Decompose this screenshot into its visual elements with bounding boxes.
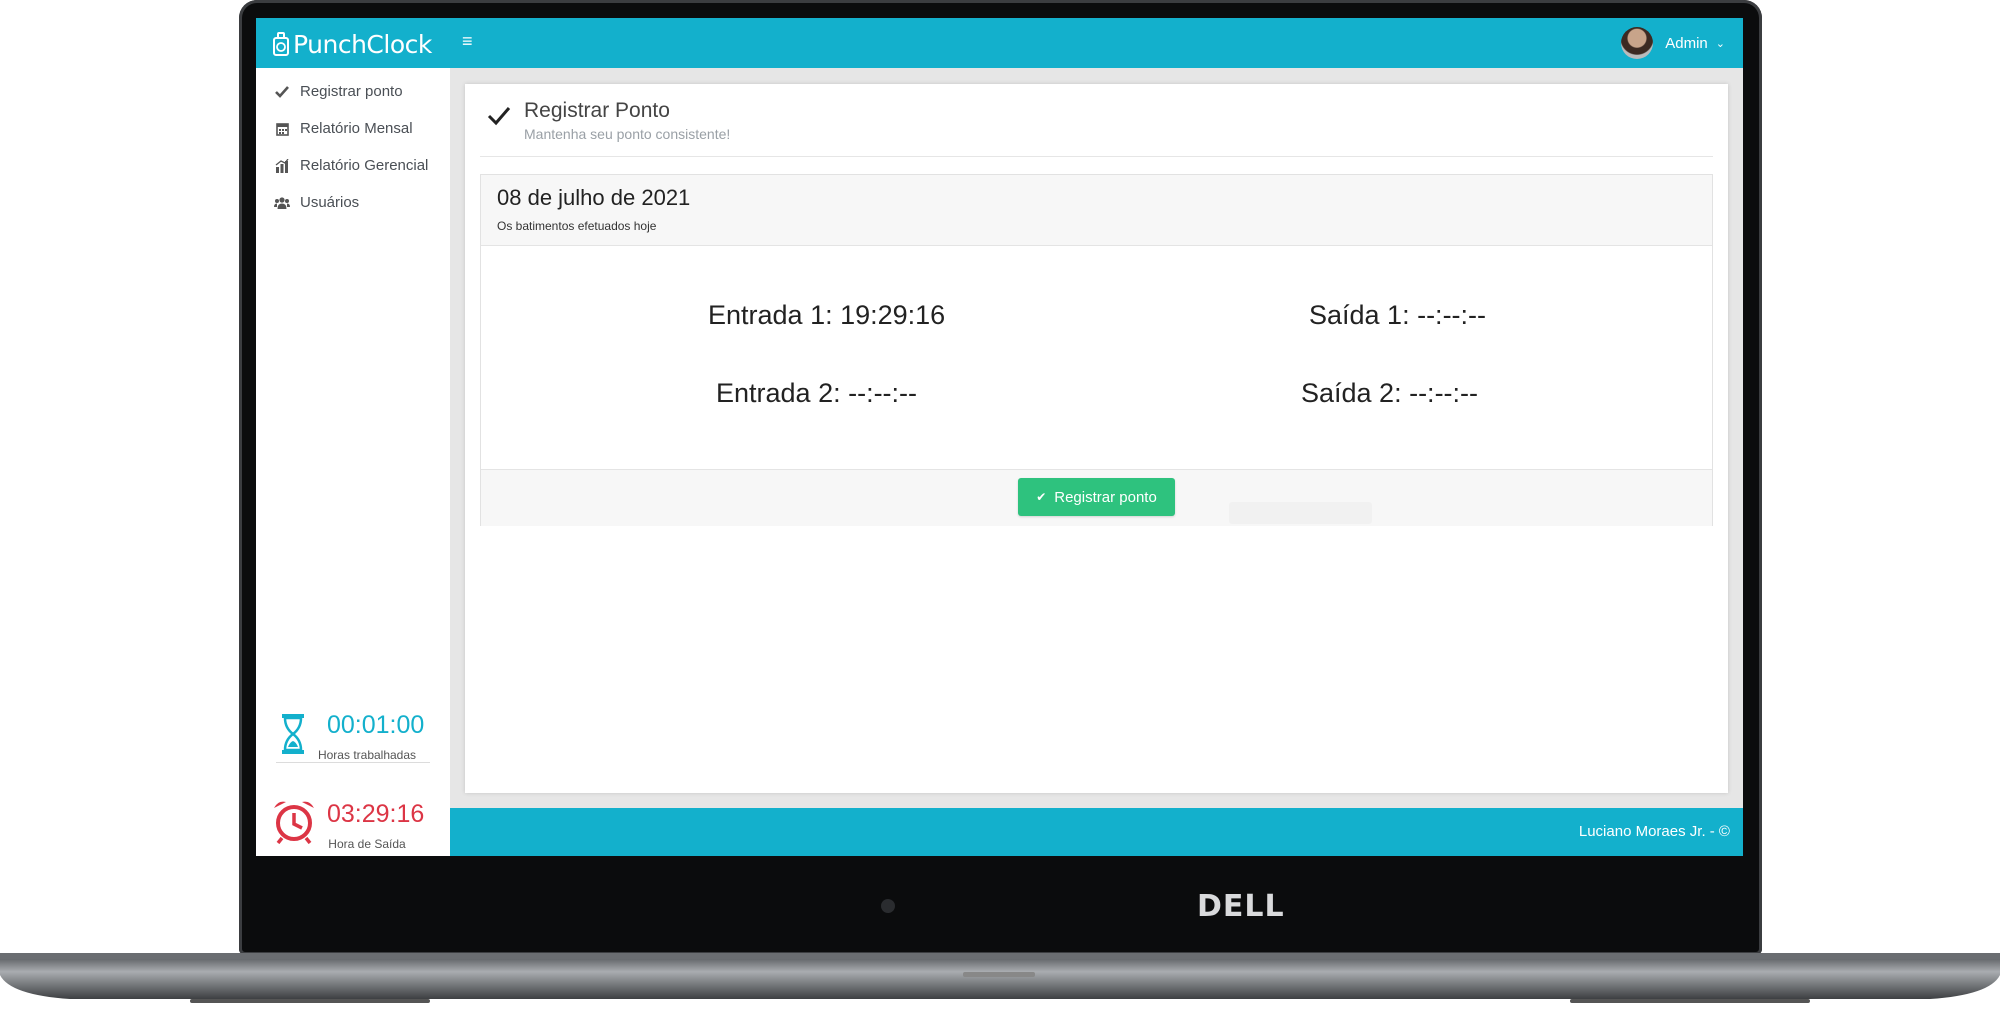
users-icon [274, 195, 290, 211]
alarm-clock-icon [274, 801, 314, 844]
worked-hours-label: Horas trabalhadas [317, 748, 417, 762]
check-icon [487, 107, 511, 126]
logo-text: PunchClock [293, 29, 432, 59]
tooltip [1229, 502, 1372, 524]
page-subtitle: Mantenha seu ponto consistente! [524, 126, 731, 142]
user-menu[interactable]: Admin ⌄ [1621, 27, 1725, 59]
register-punch-button[interactable]: ✔ Registrar ponto [1018, 478, 1175, 516]
sidebar: Registrar ponto Relatório Mensal Relatór… [256, 68, 450, 856]
sidebar-item-label: Registrar ponto [300, 83, 403, 100]
card-header: 08 de julho de 2021 Os batimentos efetua… [481, 175, 1712, 246]
chevron-down-icon: ⌄ [1715, 37, 1725, 50]
card-footer: ✔ Registrar ponto [481, 469, 1712, 526]
sidebar-item-relatorio-mensal[interactable]: Relatório Mensal [274, 120, 413, 137]
sidebar-item-usuarios[interactable]: Usuários [274, 194, 359, 211]
card-subtitle: Os batimentos efetuados hoje [497, 219, 657, 233]
laptop-base [0, 953, 2000, 1003]
main-content: Registrar Ponto Mantenha seu ponto consi… [465, 84, 1728, 793]
saida-2-record: Saída 2: --:--:-- [1301, 378, 1479, 408]
entrada-1-record: Entrada 1: 19:29:16 [708, 300, 946, 330]
calendar-icon [274, 121, 290, 137]
check-icon: ✔ [1036, 490, 1047, 504]
page-title: Registrar Ponto [524, 99, 670, 122]
exit-time-label: Hora de Saída [328, 837, 406, 851]
hourglass-icon [282, 714, 304, 754]
hamburger-icon[interactable]: ≡ [462, 32, 473, 50]
card-date: 08 de julho de 2021 [497, 185, 691, 210]
sidebar-item-label: Usuários [300, 194, 360, 211]
punch-clock-logo-icon [273, 32, 289, 56]
worked-hours-stat: 00:01:00 Horas trabalhadas [272, 710, 442, 780]
check-icon [274, 84, 290, 100]
sidebar-item-label: Relatório Mensal [300, 120, 413, 137]
exit-time-value: 03:29:16 [327, 800, 425, 828]
app-logo[interactable]: PunchClock [272, 28, 432, 60]
exit-time-stat: 03:29:16 Hora de Saída [272, 799, 442, 856]
dell-logo: DELL [1197, 889, 1285, 924]
footer-credit: Luciano Moraes Jr. - © [1578, 823, 1730, 840]
sidebar-item-label: Relatório Gerencial [300, 157, 429, 174]
page-footer: Luciano Moraes Jr. - © [450, 808, 1743, 856]
sidebar-item-relatorio-gerencial[interactable]: Relatório Gerencial [274, 157, 428, 174]
avatar [1621, 27, 1654, 59]
punch-card: 08 de julho de 2021 Os batimentos efetua… [480, 174, 1713, 526]
entrada-2-record: Entrada 2: --:--:-- [716, 378, 918, 408]
sidebar-item-registrar-ponto[interactable]: Registrar ponto [274, 83, 403, 100]
sidebar-divider [276, 762, 430, 763]
worked-hours-value: 00:01:00 [327, 711, 425, 739]
user-name: Admin [1665, 34, 1708, 52]
title-divider [480, 156, 1713, 157]
top-navbar: PunchClock ≡ Admin ⌄ [256, 18, 1743, 68]
chart-icon [274, 158, 290, 174]
saida-1-record: Saída 1: --:--:-- [1309, 300, 1487, 330]
register-punch-label: Registrar ponto [1054, 488, 1157, 506]
app-screen: PunchClock ≡ Admin ⌄ Registrar ponto Rel… [256, 18, 1743, 856]
webcam-dot [881, 899, 895, 913]
